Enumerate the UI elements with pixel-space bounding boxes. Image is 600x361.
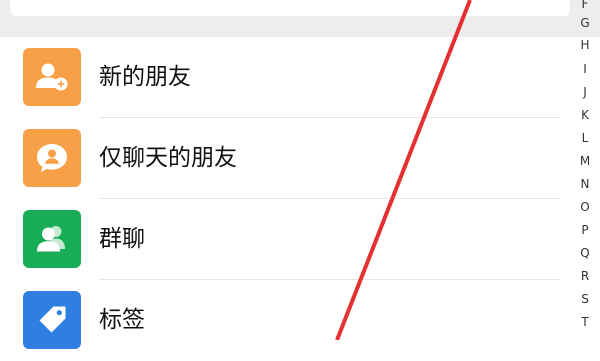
index-letter-q[interactable]: Q [568,246,600,260]
index-letter-l[interactable]: L [568,131,600,145]
index-letter-k[interactable]: K [568,108,600,122]
index-letter-i[interactable]: I [568,62,600,76]
index-letter-s[interactable]: S [568,292,600,306]
index-letter-m[interactable]: M [568,154,600,168]
index-letter-h[interactable]: H [568,38,600,52]
tag-icon [23,291,81,349]
index-letter-f[interactable]: F [568,0,600,11]
group-chat-icon [23,210,81,268]
list-item-label: 标签 [99,307,145,333]
contacts-list: 新的朋友 仅聊天的朋友 群聊 标签 [0,37,560,361]
add-friend-icon [23,48,81,106]
index-letter-p[interactable]: P [568,223,600,237]
index-letter-n[interactable]: N [568,177,600,191]
search-bar-area: 搜索 [0,0,600,37]
list-item-tags[interactable]: 标签 [0,280,560,361]
index-letter-r[interactable]: R [568,269,600,283]
list-item-label: 仅聊天的朋友 [99,145,237,171]
search-input[interactable]: 搜索 [10,0,570,16]
index-letter-j[interactable]: J [568,85,600,99]
alphabet-index-bar[interactable]: F G H I J K L M N O P Q R S T [568,0,600,340]
index-letter-t[interactable]: T [568,315,600,329]
index-letter-g[interactable]: G [568,16,600,30]
list-item-label: 群聊 [99,226,145,252]
list-item-new-friends[interactable]: 新的朋友 [0,37,560,118]
list-item-chat-only-friends[interactable]: 仅聊天的朋友 [0,118,560,199]
list-item-label: 新的朋友 [99,64,191,90]
chat-only-friend-icon [23,129,81,187]
list-item-group-chats[interactable]: 群聊 [0,199,560,280]
index-letter-o[interactable]: O [568,200,600,214]
